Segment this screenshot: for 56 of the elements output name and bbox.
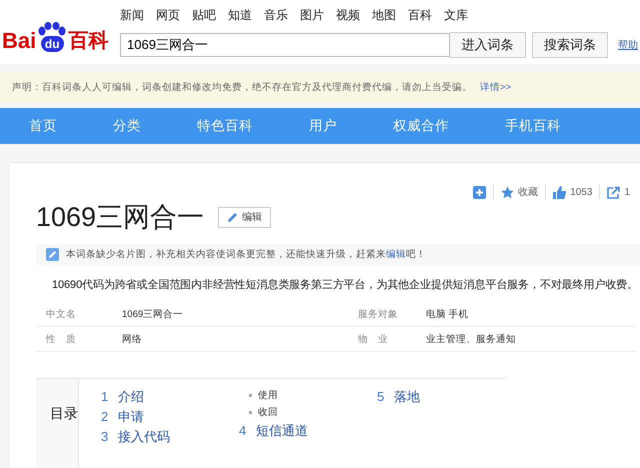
info-value: 1069三网合一 [112, 302, 348, 327]
edit-note-icon [46, 248, 59, 261]
nav-link[interactable]: 图片 [300, 7, 324, 24]
info-value: 业主管理、服务通知 [416, 327, 636, 352]
search-button[interactable]: 进入词条 [450, 32, 526, 58]
nav-link[interactable]: 音乐 [264, 7, 288, 24]
toc-number: 3 [101, 429, 108, 445]
nav-link[interactable]: 网页 [156, 7, 180, 24]
nav-link[interactable]: 视频 [336, 7, 360, 24]
nav-link[interactable]: 文库 [444, 7, 468, 24]
nav-link[interactable]: 贴吧 [192, 7, 216, 24]
help-link[interactable]: 帮助 [618, 38, 638, 52]
edit-link[interactable]: 编辑 [386, 249, 406, 260]
star-icon [501, 186, 514, 198]
bullet-icon [249, 411, 252, 414]
logo-text: Bai [2, 30, 36, 52]
nav-link[interactable]: 知道 [228, 7, 252, 24]
plus-icon [473, 186, 486, 198]
article-title: 1069三网合一 [36, 201, 204, 234]
info-label: 服务对象 [348, 302, 416, 327]
action-count[interactable]: 1 [624, 186, 630, 198]
toc-link[interactable]: 短信通道 [256, 423, 308, 439]
nav-link[interactable]: 百科 [408, 7, 432, 24]
toc-number: 5 [377, 389, 384, 405]
summary-text: 10690代码为跨省或全国范围内非经营性短消息类服务第三方平台，为其他企业提供短消息平台服务，不对最终用户收费。 [52, 278, 639, 292]
search-button[interactable]: 搜索词条 [532, 32, 608, 58]
toc-link[interactable]: 介绍 [118, 389, 144, 405]
search-field[interactable]: 1069三网合一 [120, 33, 450, 57]
logo-text: 百科 [68, 30, 108, 52]
notice-text: 声明：百科词条人人可编辑，词条创建和修改均免费，绝不存在官方及代理商付费代编，请勿上当受骗。 [12, 80, 472, 94]
favorite-link[interactable]: 收藏 [518, 185, 538, 199]
pencil-icon [227, 212, 238, 222]
toc-link[interactable]: 接入代码 [118, 429, 170, 445]
info-value: 网络 [112, 327, 348, 352]
info-label: 中文名 [36, 302, 112, 327]
share-icon [607, 186, 620, 198]
toc-number: 2 [101, 409, 108, 425]
toc-link[interactable]: 落地 [394, 389, 420, 405]
paw-toes-icon [37, 22, 68, 36]
edit-button[interactable]: 编辑 [218, 206, 272, 228]
details-link[interactable]: 详情>> [480, 80, 512, 94]
toc-number: 4 [239, 423, 246, 439]
toc-sublink[interactable]: 收回 [258, 406, 278, 419]
hint-text: 本词条缺少名片图，补充相关内容使词条更完整，还能快速升级，赶紧来编辑吧！ [66, 248, 426, 261]
info-label: 性 质 [36, 327, 112, 352]
bullet-icon [249, 394, 252, 397]
info-label: 物 业 [348, 327, 416, 352]
toc-link[interactable]: 申请 [118, 409, 144, 425]
action-count[interactable]: 1053 [570, 186, 592, 198]
thumbs-up-icon [553, 186, 566, 198]
toc-sublink[interactable]: 使用 [258, 389, 278, 402]
nav-link[interactable]: 地图 [372, 7, 396, 24]
paw-logo: du [37, 22, 68, 52]
info-value: 电脑 手机 [416, 302, 636, 327]
nav-link[interactable]: 新闻 [120, 7, 144, 24]
toc-number: 1 [101, 389, 108, 405]
